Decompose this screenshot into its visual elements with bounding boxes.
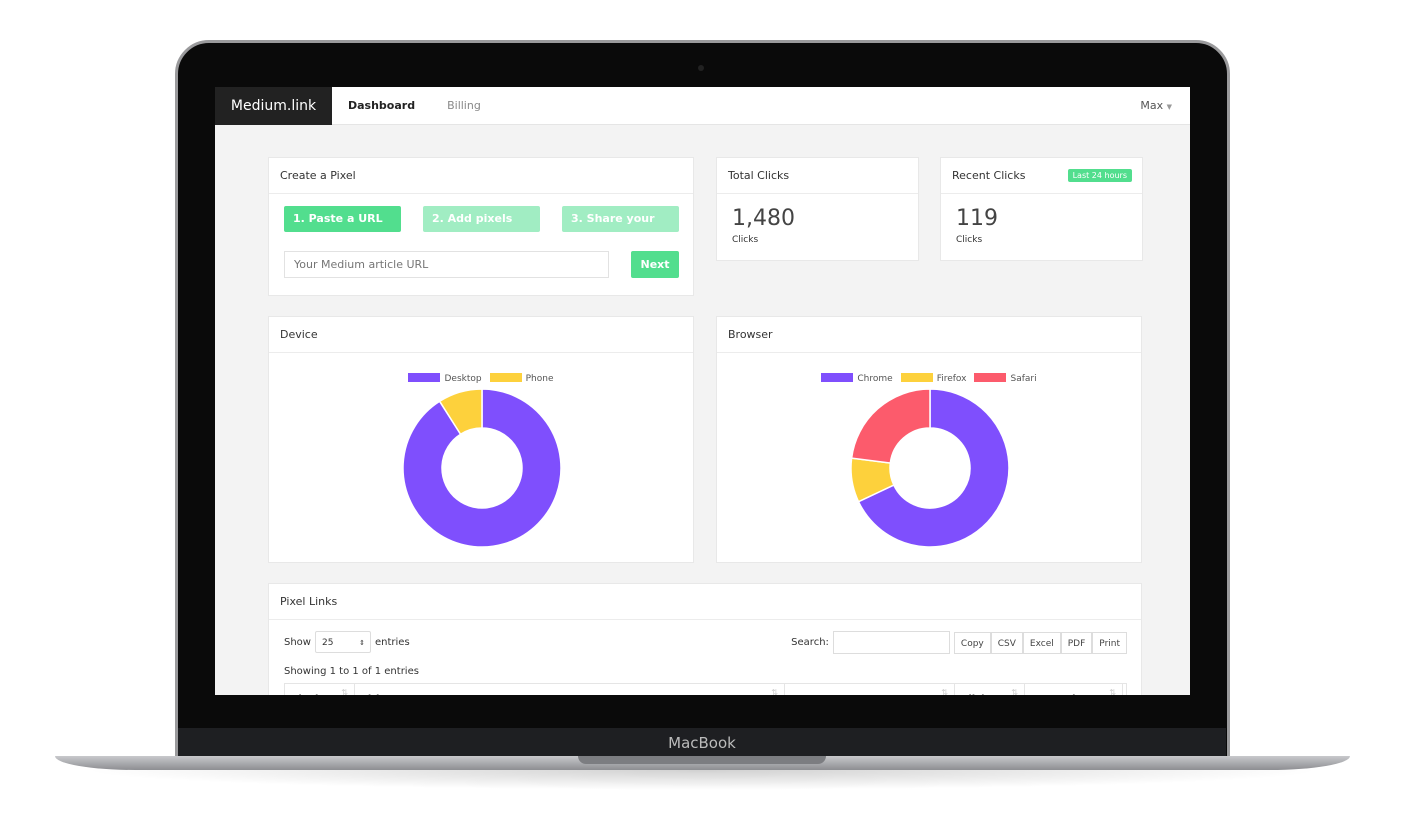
device-chart-card: Device Desktop Phone: [268, 316, 694, 563]
url-input[interactable]: [284, 251, 609, 278]
card-title: Total Clicks: [717, 158, 918, 194]
sort-icon: ⇅: [771, 688, 778, 695]
card-title: Pixel Links: [269, 584, 1141, 620]
column-header[interactable]: Pixels⇅: [285, 684, 355, 695]
search-label: Search:: [791, 637, 829, 648]
time-range-badge: Last 24 hours: [1067, 169, 1132, 182]
next-button[interactable]: Next: [631, 251, 679, 278]
copy-button[interactable]: Copy: [953, 631, 991, 654]
screen: Medium.link Dashboard Billing Max ▼ Crea…: [215, 87, 1190, 695]
donut-chart: [402, 388, 562, 548]
card-title: Create a Pixel: [269, 158, 693, 194]
slice-safari[interactable]: [850, 388, 931, 464]
column-header[interactable]: Clicks⇅: [955, 684, 1025, 695]
search-input[interactable]: [832, 631, 950, 654]
unit-label: Clicks: [956, 235, 983, 245]
recent-clicks-card: Recent Clicks Last 24 hours 119 Clicks: [940, 157, 1143, 261]
device-label: MacBook: [178, 728, 1226, 758]
camera: [698, 65, 704, 71]
entries-label: entries: [374, 636, 410, 648]
sort-icon: ⇅: [1011, 688, 1018, 695]
brand-logo[interactable]: Medium.link: [215, 87, 332, 125]
table-header: Pixels⇅Title⇅URL⇅Clicks⇅Created at⇅: [284, 683, 1127, 695]
user-menu[interactable]: Max ▼: [1140, 99, 1172, 112]
pixel-links-card: Pixel Links Show 25 ⇕ entries Search: Cop…: [268, 583, 1142, 695]
column-header[interactable]: URL⇅: [785, 684, 955, 695]
donut-chart: [850, 388, 1010, 548]
csv-button[interactable]: CSV: [990, 631, 1023, 654]
browser-chart-card: Browser Chrome Firefox Safari: [716, 316, 1142, 563]
navbar: Medium.link Dashboard Billing Max ▼: [215, 87, 1190, 125]
recent-clicks-value: 119: [956, 206, 998, 231]
sort-icon: ⇅: [1109, 688, 1116, 695]
stepper-icon: ⇕: [359, 639, 365, 647]
unit-label: Clicks: [732, 235, 759, 245]
step-1[interactable]: 1. Paste a URL: [284, 206, 401, 232]
print-button[interactable]: Print: [1092, 631, 1127, 654]
tab-dashboard[interactable]: Dashboard: [332, 99, 431, 112]
laptop-notch: [578, 756, 826, 764]
column-header[interactable]: Created at⇅: [1025, 684, 1123, 695]
show-label: Show: [284, 636, 311, 648]
caret-down-icon: ▼: [1166, 103, 1172, 111]
table-info: Showing 1 to 1 of 1 entries: [284, 666, 419, 677]
sort-icon: ⇅: [941, 688, 948, 695]
entries-select[interactable]: 25 ⇕: [314, 631, 371, 653]
sort-icon: ⇅: [341, 688, 348, 695]
create-pixel-card: Create a Pixel 1. Paste a URL 2. Add pix…: [268, 157, 694, 296]
step-2[interactable]: 2. Add pixels: [423, 206, 540, 232]
pdf-button[interactable]: PDF: [1060, 631, 1093, 654]
excel-button[interactable]: Excel: [1022, 631, 1061, 654]
step-3[interactable]: 3. Share your link: [562, 206, 679, 251]
tab-billing[interactable]: Billing: [431, 99, 497, 112]
total-clicks-value: 1,480: [732, 206, 795, 231]
total-clicks-card: Total Clicks 1,480 Clicks: [716, 157, 919, 261]
column-header[interactable]: Title⇅: [355, 684, 785, 695]
